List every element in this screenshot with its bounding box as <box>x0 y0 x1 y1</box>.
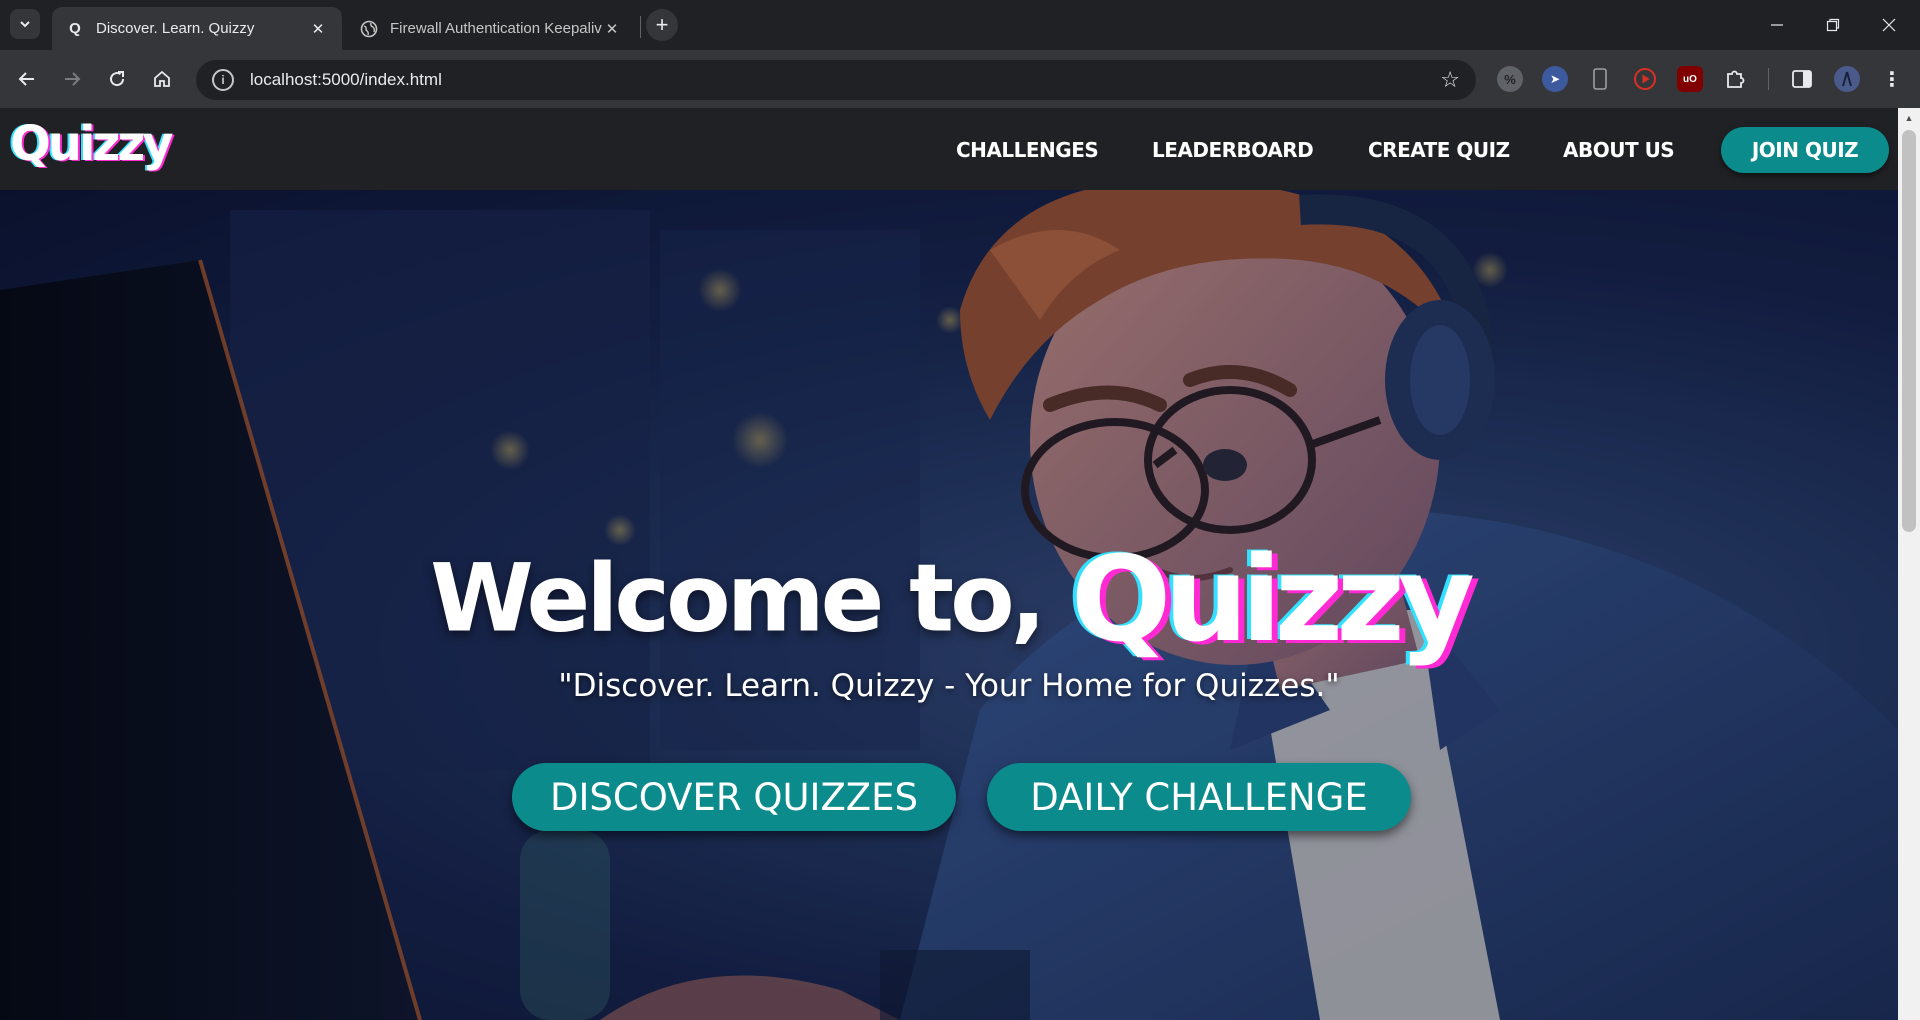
join-quiz-button[interactable]: JOIN QUIZ <box>1721 127 1889 173</box>
page-viewport: Welcome to, Quizzy "Discover. Learn. Qui… <box>0 108 1898 1020</box>
hero-tagline: "Discover. Learn. Quizzy - Your Home for… <box>558 668 1340 704</box>
reload-button[interactable] <box>102 64 132 94</box>
close-window-button[interactable] <box>1862 0 1916 50</box>
brand-text: Quizzy <box>1070 530 1475 668</box>
tab-strip: Q Discover. Learn. Quizzy ✕ Firewall Aut… <box>0 0 1920 50</box>
hero-section: Welcome to, Quizzy "Discover. Learn. Qui… <box>0 190 1898 1020</box>
restore-button[interactable] <box>1806 0 1860 50</box>
nav-challenges[interactable]: CHALLENGES <box>956 138 1099 162</box>
site-logo[interactable]: Quizzy <box>10 116 174 172</box>
back-button[interactable] <box>12 64 42 94</box>
tab-quizzy[interactable]: Q Discover. Learn. Quizzy ✕ <box>52 7 342 50</box>
quizzy-favicon: Q <box>69 20 81 37</box>
tab-title: Firewall Authentication Keepalive <box>390 20 602 37</box>
site-info-icon[interactable]: i <box>212 69 234 91</box>
discover-quizzes-button[interactable]: DISCOVER QUIZZES <box>512 763 956 831</box>
arrow-right-icon <box>65 72 81 86</box>
address-bar[interactable]: i localhost:5000/index.html ☆ <box>196 60 1476 100</box>
close-icon[interactable]: ✕ <box>308 19 328 39</box>
chevron-down-icon <box>20 21 30 28</box>
reload-icon <box>110 71 125 87</box>
profile-avatar[interactable] <box>1834 66 1860 92</box>
puzzle-extensions-icon[interactable] <box>1722 66 1748 92</box>
record-extension-icon[interactable] <box>1632 66 1658 92</box>
tab-divider <box>640 16 641 38</box>
welcome-text: Welcome to, <box>430 544 1046 654</box>
tab-search-button[interactable] <box>10 9 40 39</box>
globe-icon <box>360 20 378 38</box>
home-icon <box>154 70 170 87</box>
nav-leaderboard[interactable]: LEADERBOARD <box>1152 138 1314 162</box>
tab-title: Discover. Learn. Quizzy <box>96 20 255 37</box>
nav-create-quiz[interactable]: CREATE QUIZ <box>1368 138 1510 162</box>
minimize-button[interactable] <box>1750 0 1804 50</box>
scroll-thumb[interactable] <box>1902 130 1916 532</box>
side-panel-icon[interactable] <box>1789 66 1815 92</box>
close-icon[interactable]: ✕ <box>602 19 622 39</box>
plus-icon: + <box>655 12 669 37</box>
site-navbar: Quizzy CHALLENGES LEADERBOARD CREATE QUI… <box>0 108 1898 190</box>
scroll-up-arrow-icon[interactable]: ▲ <box>1898 112 1920 124</box>
arrow-left-icon <box>18 72 34 86</box>
nav-about-us[interactable]: ABOUT US <box>1563 138 1675 162</box>
daily-challenge-button[interactable]: DAILY CHALLENGE <box>987 763 1411 831</box>
page-scrollbar[interactable]: ▲ <box>1898 108 1920 1020</box>
home-button[interactable] <box>147 64 177 94</box>
ublock-extension-icon[interactable]: uO <box>1677 66 1703 92</box>
bookmark-star-icon[interactable]: ☆ <box>1440 67 1460 93</box>
new-tab-button[interactable]: + <box>646 9 678 41</box>
menu-dots-icon[interactable]: ⋮ <box>1879 66 1905 92</box>
phone-extension-icon[interactable] <box>1587 66 1613 92</box>
restore-icon <box>1826 18 1840 32</box>
cursor-extension-icon[interactable]: ➤ <box>1542 66 1568 92</box>
forward-button[interactable] <box>57 64 87 94</box>
minimize-icon <box>1771 24 1783 26</box>
toolbar-divider <box>1768 68 1769 90</box>
url-text[interactable]: localhost:5000/index.html <box>250 70 1440 90</box>
tab-firewall[interactable]: Firewall Authentication Keepalive ✕ <box>346 7 636 50</box>
close-icon <box>1882 18 1896 32</box>
hero-headline: Welcome to, Quizzy <box>0 530 1898 668</box>
percent-extension-icon[interactable]: % <box>1497 66 1523 92</box>
